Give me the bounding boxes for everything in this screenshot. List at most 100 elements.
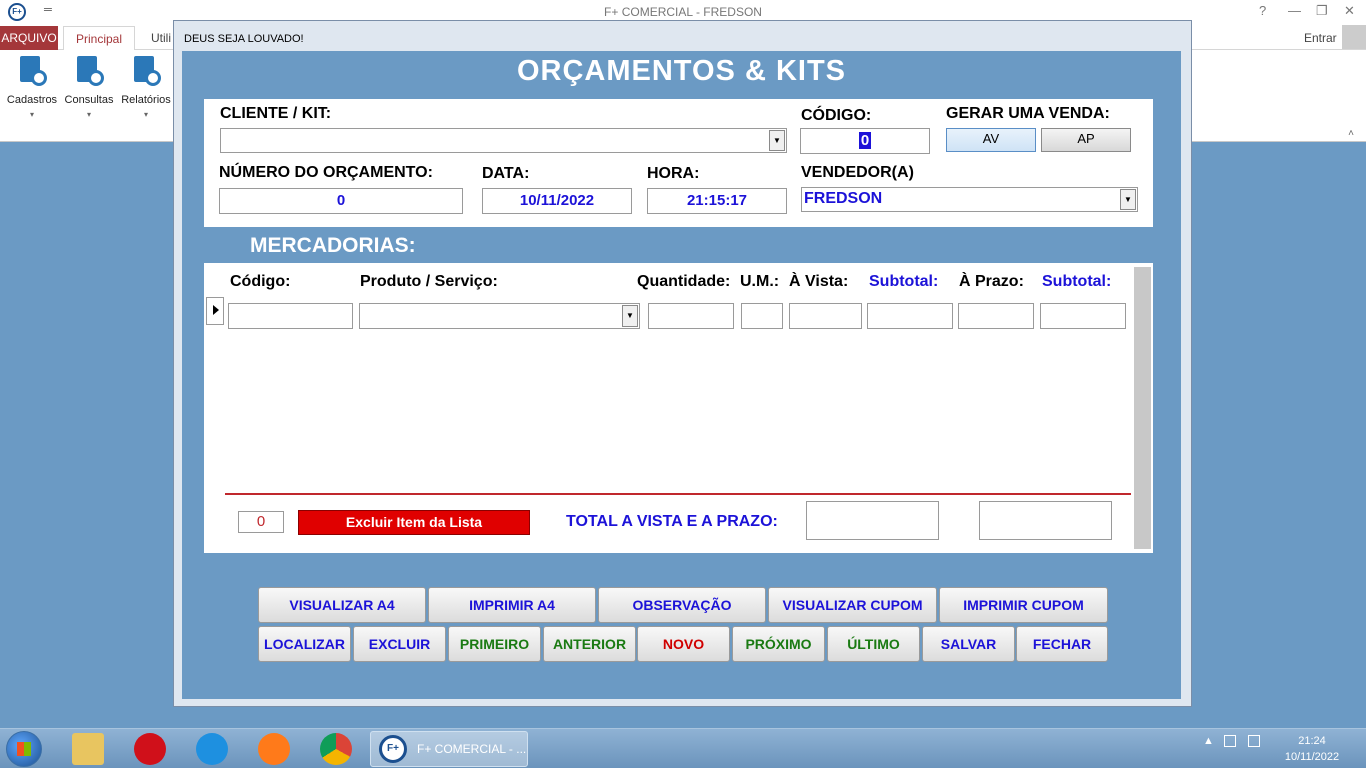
- windows-logo-icon: [17, 742, 31, 756]
- gerar-venda-label: GERAR UMA VENDA:: [946, 105, 1110, 122]
- chrome-icon[interactable]: [320, 733, 352, 765]
- relatorios-label: Relatórios: [121, 94, 171, 106]
- excluir-item-button[interactable]: Excluir Item da Lista: [298, 510, 530, 535]
- item-um-field[interactable]: [741, 303, 783, 329]
- primeiro-button[interactable]: PRIMEIRO: [448, 626, 541, 662]
- grid-header-codigo: Código:: [230, 273, 291, 290]
- header-panel: CLIENTE / KIT: ▼ CÓDIGO: 0 GERAR UMA VEN…: [204, 99, 1153, 227]
- help-icon[interactable]: ?: [1259, 3, 1266, 18]
- total-prazo-field[interactable]: [979, 501, 1112, 540]
- file-explorer-icon[interactable]: [72, 733, 104, 765]
- grid-header-subtotal-vista: Subtotal:: [869, 273, 939, 290]
- network-icon[interactable]: [1248, 735, 1260, 747]
- grid-header-subtotal-prazo: Subtotal:: [1042, 273, 1112, 290]
- item-aprazo-field[interactable]: [958, 303, 1034, 329]
- grid-header-um: U.M.:: [740, 273, 780, 290]
- record-selector[interactable]: [206, 297, 224, 325]
- grid-header-produto: Produto / Serviço:: [360, 273, 498, 290]
- item-count-field: 0: [238, 511, 284, 533]
- anterior-button[interactable]: ANTERIOR: [543, 626, 636, 662]
- chevron-down-icon[interactable]: ▼: [622, 305, 638, 327]
- numero-field[interactable]: 0: [219, 188, 463, 214]
- tab-arquivo[interactable]: ARQUIVO: [0, 26, 58, 50]
- imprimir-a4-button[interactable]: IMPRIMIR A4: [428, 587, 596, 623]
- cadastros-button[interactable]: Cadastros ▾: [4, 56, 60, 119]
- numero-label: NÚMERO DO ORÇAMENTO:: [219, 164, 433, 181]
- taskbar: F+ F+ COMERCIAL - ... ▲ 21:24 10/11/2022: [0, 728, 1366, 768]
- chevron-down-icon: ▾: [29, 110, 34, 119]
- chevron-down-icon[interactable]: ▼: [1120, 189, 1136, 210]
- data-field[interactable]: 10/11/2022: [482, 188, 632, 214]
- internet-explorer-icon[interactable]: [196, 733, 228, 765]
- grid-header-avista: À Vista:: [789, 273, 849, 290]
- start-button[interactable]: [6, 731, 42, 767]
- observacao-button[interactable]: OBSERVAÇÃO: [598, 587, 766, 623]
- item-subtotal-prazo-field[interactable]: [1040, 303, 1126, 329]
- user-avatar-icon[interactable]: [1342, 25, 1366, 49]
- minimize-icon[interactable]: —: [1288, 3, 1301, 18]
- volume-icon[interactable]: [1224, 735, 1236, 747]
- item-quantidade-field[interactable]: [648, 303, 734, 329]
- cliente-combo[interactable]: ▼: [220, 128, 787, 153]
- localizar-button[interactable]: LOCALIZAR: [258, 626, 351, 662]
- relatorios-button[interactable]: Relatórios ▾: [118, 56, 174, 119]
- codigo-label: CÓDIGO:: [801, 107, 872, 124]
- system-clock[interactable]: 21:24 10/11/2022: [1280, 733, 1344, 765]
- opera-icon[interactable]: [134, 733, 166, 765]
- tray-expand-icon[interactable]: ▲: [1203, 735, 1214, 747]
- item-avista-field[interactable]: [789, 303, 862, 329]
- restore-icon[interactable]: ❐: [1316, 3, 1328, 19]
- items-panel: Código: Produto / Serviço: Quantidade: U…: [204, 263, 1153, 553]
- data-label: DATA:: [482, 165, 530, 182]
- collapse-ribbon-icon[interactable]: ˄: [1348, 128, 1354, 139]
- consultas-icon: [74, 56, 104, 88]
- av-button[interactable]: AV: [946, 128, 1036, 152]
- fechar-button[interactable]: FECHAR: [1016, 626, 1108, 662]
- grid-header-aprazo: À Prazo:: [959, 273, 1024, 290]
- form-heading: ORÇAMENTOS & KITS: [516, 55, 847, 87]
- relatorios-icon: [131, 56, 161, 88]
- item-codigo-field[interactable]: [228, 303, 353, 329]
- excluir-button[interactable]: EXCLUIR: [353, 626, 446, 662]
- orcamentos-form-window: DEUS SEJA LOUVADO! ORÇAMENTOS & KITS CLI…: [173, 20, 1192, 707]
- tab-principal[interactable]: Principal: [63, 26, 135, 51]
- hora-field[interactable]: 21:15:17: [647, 188, 787, 214]
- mercadorias-label: MERCADORIAS:: [250, 234, 416, 257]
- vendedor-value: FREDSON: [804, 190, 883, 207]
- item-produto-combo[interactable]: ▼: [359, 303, 640, 329]
- app-title: F+ COMERCIAL - FREDSON: [604, 5, 762, 19]
- visualizar-a4-button[interactable]: VISUALIZAR A4: [258, 587, 426, 623]
- consultas-button[interactable]: Consultas ▾: [61, 56, 117, 119]
- consultas-label: Consultas: [64, 94, 114, 106]
- total-label: TOTAL A VISTA E A PRAZO:: [566, 513, 778, 530]
- clock-date: 10/11/2022: [1284, 751, 1340, 763]
- current-record-icon: [213, 305, 219, 315]
- ultimo-button[interactable]: ÚLTIMO: [827, 626, 920, 662]
- chevron-down-icon[interactable]: ▼: [769, 130, 785, 151]
- item-subtotal-vista-field[interactable]: [867, 303, 953, 329]
- novo-button[interactable]: NOVO: [637, 626, 730, 662]
- proximo-button[interactable]: PRÓXIMO: [732, 626, 825, 662]
- taskbar-app-fcomercial[interactable]: F+ F+ COMERCIAL - ...: [370, 731, 528, 767]
- separator-line: [225, 493, 1131, 495]
- vendedor-combo[interactable]: FREDSON ▼: [801, 187, 1138, 212]
- cadastros-label: Cadastros: [6, 94, 58, 106]
- form-body: ORÇAMENTOS & KITS CLIENTE / KIT: ▼ CÓDIG…: [182, 51, 1181, 699]
- tab-utilitarios[interactable]: Utili: [151, 26, 171, 50]
- grid-header-quantidade: Quantidade:: [637, 273, 731, 290]
- salvar-button[interactable]: SALVAR: [922, 626, 1015, 662]
- hora-label: HORA:: [647, 165, 700, 182]
- imprimir-cupom-button[interactable]: IMPRIMIR CUPOM: [939, 587, 1108, 623]
- clock-time: 21:24: [1298, 735, 1326, 747]
- firefox-icon[interactable]: [258, 733, 290, 765]
- codigo-value: 0: [858, 132, 872, 149]
- codigo-field[interactable]: 0: [800, 128, 930, 154]
- items-scrollbar[interactable]: [1134, 267, 1151, 549]
- ap-button[interactable]: AP: [1041, 128, 1131, 152]
- sign-in-link[interactable]: Entrar: [1304, 26, 1337, 50]
- visualizar-cupom-button[interactable]: VISUALIZAR CUPOM: [768, 587, 937, 623]
- cliente-label: CLIENTE / KIT:: [220, 105, 332, 122]
- chevron-down-icon: ▾: [86, 110, 91, 119]
- total-vista-field[interactable]: [806, 501, 939, 540]
- close-icon[interactable]: ✕: [1344, 3, 1355, 19]
